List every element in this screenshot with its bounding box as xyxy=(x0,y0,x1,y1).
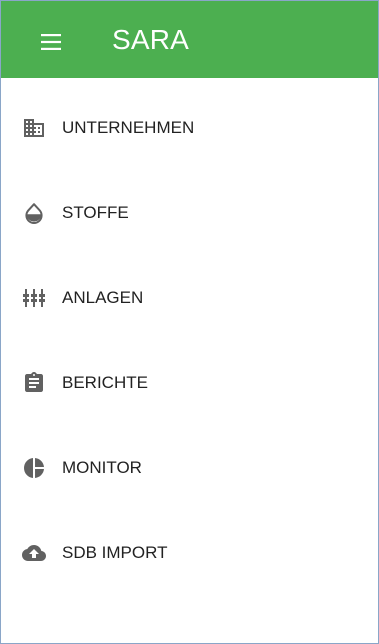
nav-label-unternehmen: UNTERNEHMEN xyxy=(62,117,195,137)
nav-item-unternehmen[interactable]: UNTERNEHMEN xyxy=(1,85,378,170)
drop-icon xyxy=(22,201,46,225)
app-window: SARA UNTERNEHMEN STOFFE ANLAGEN BERICHTE… xyxy=(0,0,379,644)
pie-chart-icon xyxy=(22,456,46,480)
nav-item-berichte[interactable]: BERICHTE xyxy=(1,340,378,425)
nav-item-sdb-import[interactable]: SDB IMPORT xyxy=(1,510,378,595)
cloud-upload-icon xyxy=(22,541,46,565)
nav-label-sdb-import: SDB IMPORT xyxy=(62,542,168,562)
app-bar: SARA xyxy=(1,1,378,78)
app-title: SARA xyxy=(112,24,190,55)
clipboard-icon xyxy=(22,371,46,395)
equipment-icon xyxy=(22,286,46,310)
hamburger-menu-icon xyxy=(41,34,61,50)
nav-label-anlagen: ANLAGEN xyxy=(62,287,144,307)
nav-item-stoffe[interactable]: STOFFE xyxy=(1,170,378,255)
nav-item-anlagen[interactable]: ANLAGEN xyxy=(1,255,378,340)
building-icon xyxy=(22,116,46,140)
nav-label-monitor: MONITOR xyxy=(62,457,142,477)
menu-button[interactable] xyxy=(39,30,63,54)
nav-label-stoffe: STOFFE xyxy=(62,202,129,222)
nav-label-berichte: BERICHTE xyxy=(62,372,148,392)
navigation-drawer: UNTERNEHMEN STOFFE ANLAGEN BERICHTE MONI… xyxy=(1,85,378,595)
nav-item-monitor[interactable]: MONITOR xyxy=(1,425,378,510)
